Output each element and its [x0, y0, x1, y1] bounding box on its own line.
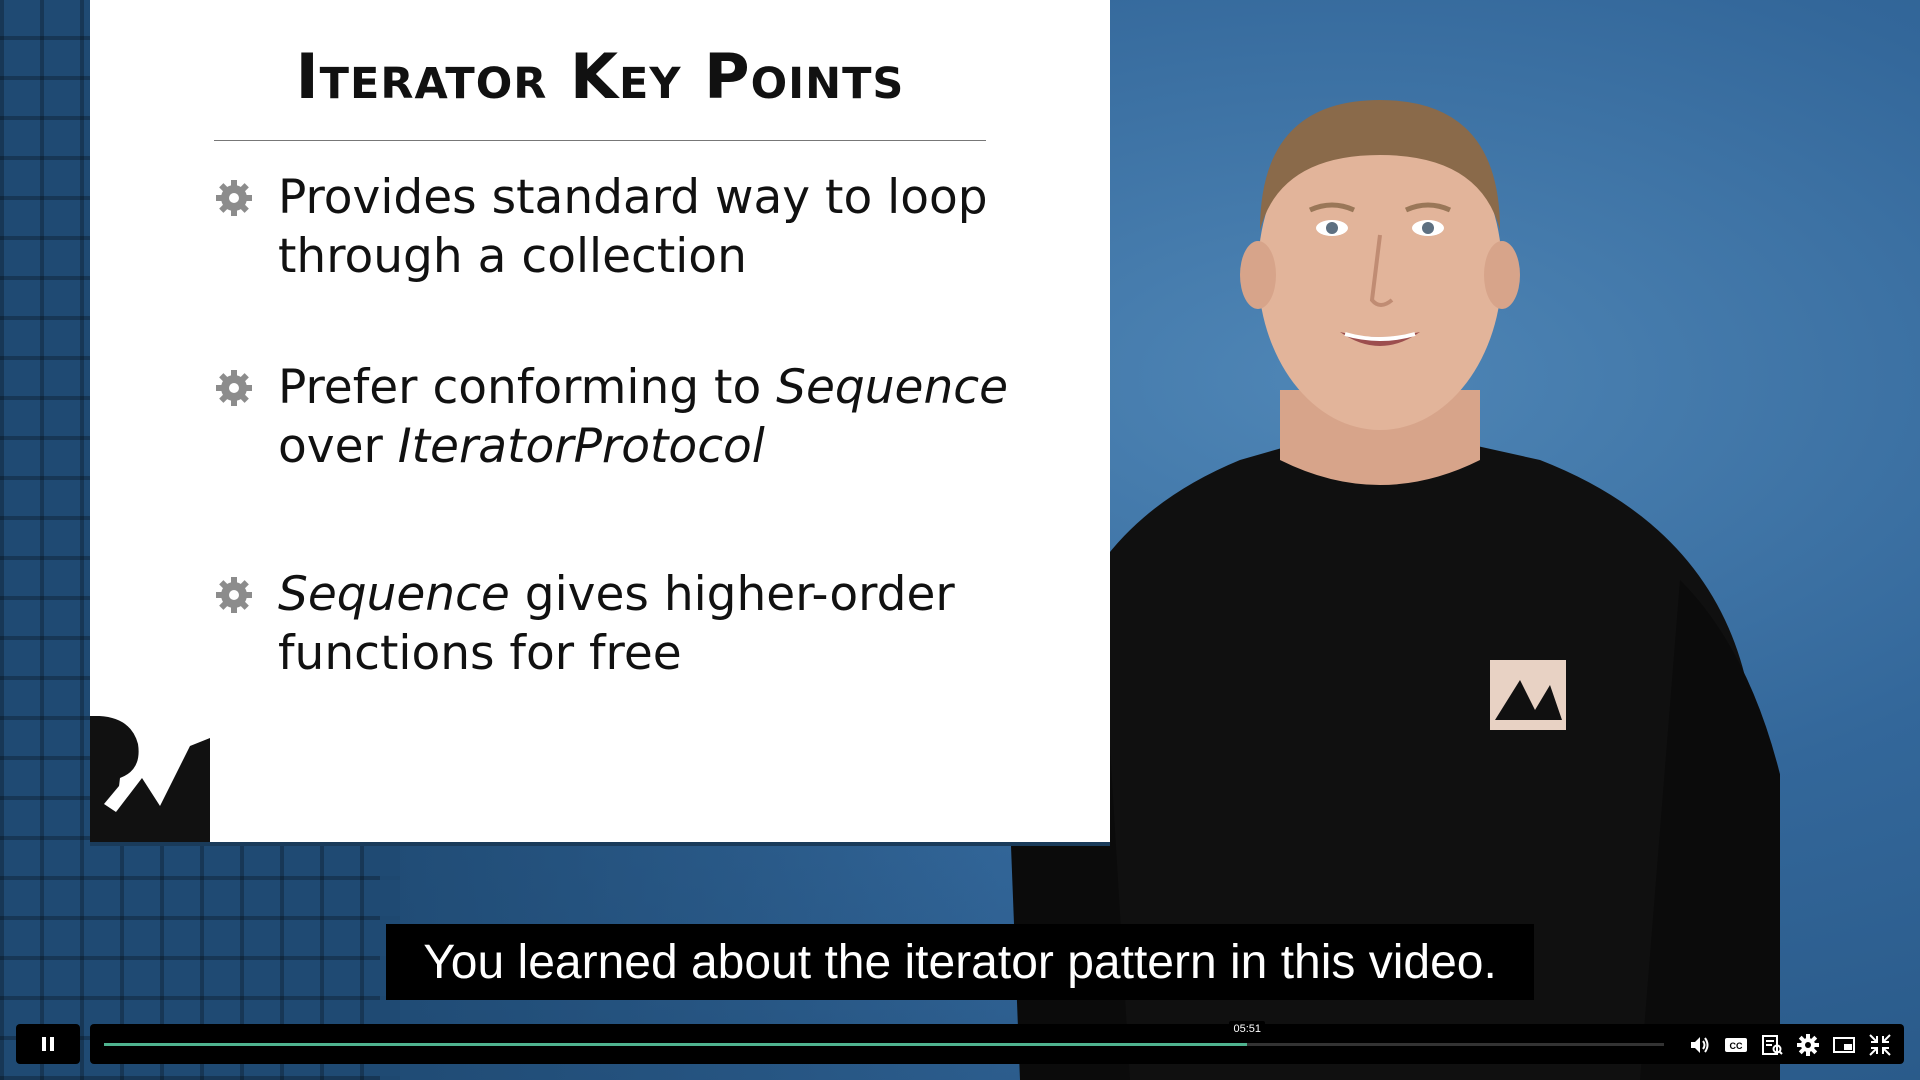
- settings-icon[interactable]: [1796, 1033, 1820, 1057]
- slide-title: Iterator Key Points: [295, 40, 905, 113]
- rw-logo: [90, 716, 210, 842]
- presentation-slide: Iterator Key Points Provides standard wa…: [90, 0, 1110, 842]
- bullet-line: Prefer conforming to: [278, 360, 777, 415]
- pause-button[interactable]: [16, 1024, 80, 1064]
- time-tooltip: 05:51: [1229, 1021, 1265, 1037]
- picture-in-picture-icon[interactable]: [1832, 1033, 1856, 1057]
- gear-icon: [216, 370, 252, 406]
- bullet-line: through a collection: [278, 229, 747, 284]
- bullet-text: Sequence gives higher-order functions fo…: [278, 565, 1038, 683]
- bullet-line: over: [278, 419, 398, 474]
- gear-icon: [216, 577, 252, 613]
- subtitle-caption: You learned about the iterator pattern i…: [386, 924, 1534, 1000]
- closed-captions-icon[interactable]: CC: [1724, 1033, 1748, 1057]
- gear-icon: [216, 180, 252, 216]
- exit-fullscreen-icon[interactable]: [1868, 1033, 1892, 1057]
- bullet-line: Provides standard way to loop: [278, 170, 988, 225]
- bullet-text: Provides standard way to loop through a …: [278, 168, 1038, 286]
- bullet-emphasis: Sequence: [776, 360, 1009, 415]
- progress-fill: [104, 1043, 1248, 1046]
- progress-track[interactable]: 05:51: [104, 1021, 1664, 1046]
- bullet-line: gives higher-order: [509, 567, 955, 622]
- volume-icon[interactable]: [1688, 1033, 1712, 1057]
- progress-bar-container: 05:51 CC: [90, 1021, 1904, 1064]
- title-divider: [214, 140, 986, 141]
- bullet-emphasis: Sequence: [278, 567, 510, 622]
- transcript-icon[interactable]: [1760, 1033, 1784, 1057]
- bullet-line: functions for free: [278, 626, 682, 681]
- pause-icon: [40, 1037, 56, 1051]
- bullet-emphasis: IteratorProtocol: [397, 419, 765, 474]
- player-controls: 05:51 CC: [0, 1021, 1920, 1066]
- bullet-text: Prefer conforming to Sequence over Itera…: [278, 358, 1038, 476]
- svg-text:CC: CC: [1730, 1041, 1743, 1051]
